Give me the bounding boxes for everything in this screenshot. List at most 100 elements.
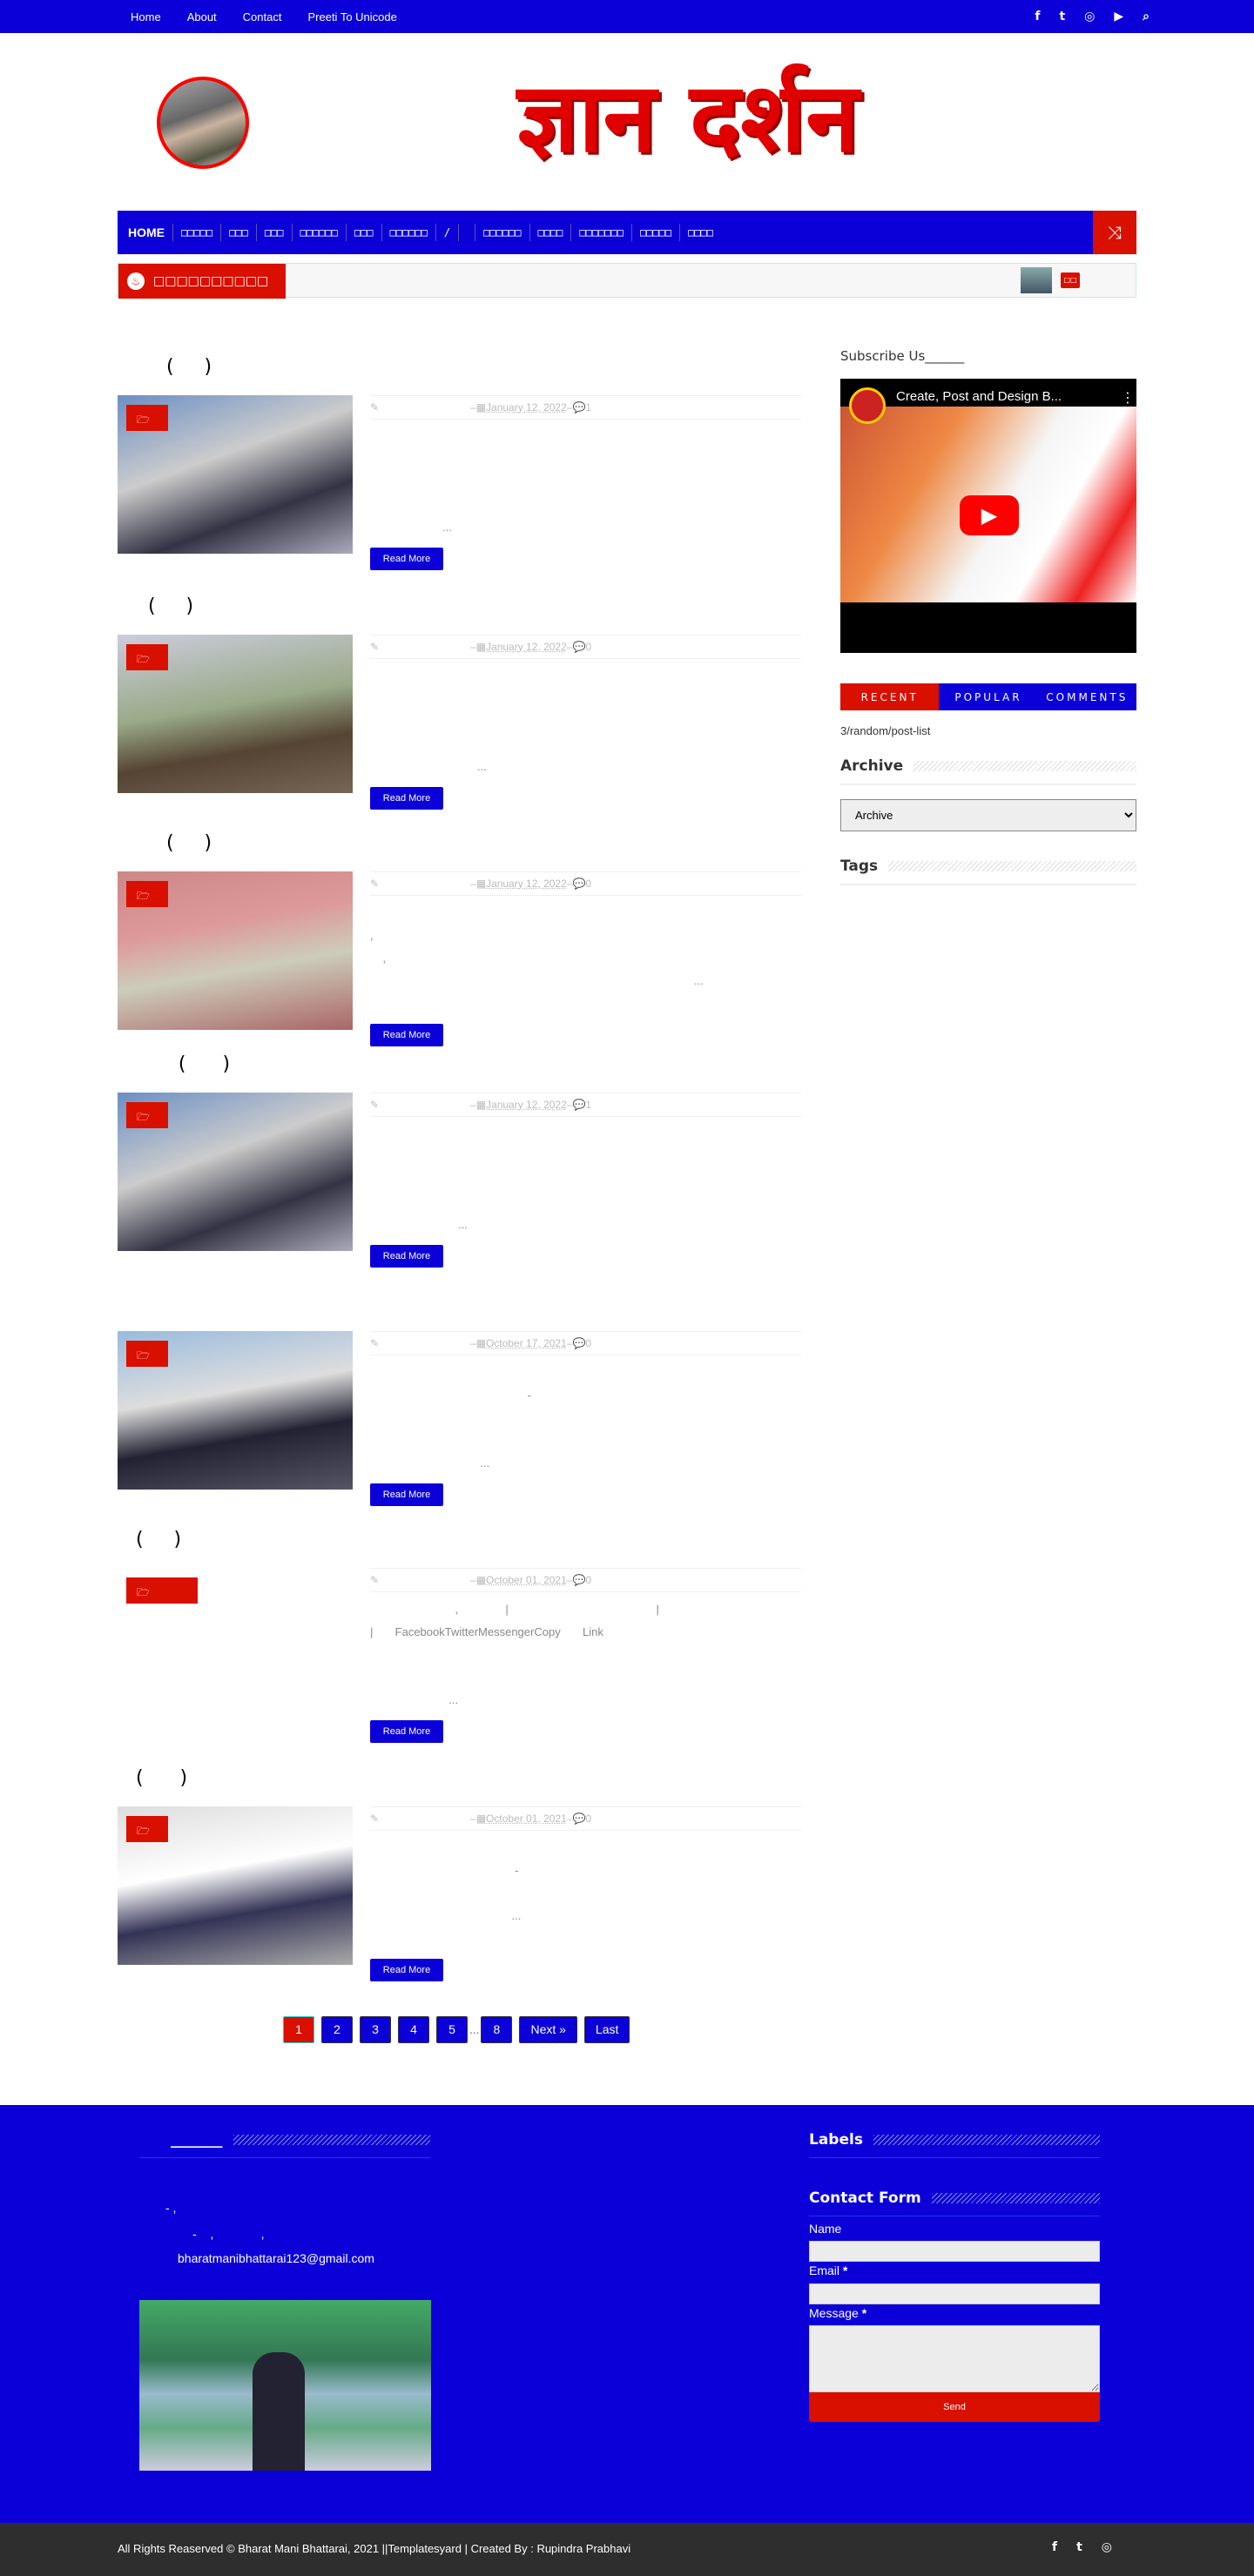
top-link-home[interactable]: Home xyxy=(131,10,161,24)
site-logo[interactable]: ज्ञान दर्शन xyxy=(427,61,949,174)
page-3-button[interactable]: 3 xyxy=(360,2016,391,2043)
author-icon: ✎ xyxy=(370,1099,380,1111)
email-label: Email xyxy=(809,2263,840,2277)
post-title[interactable]: ( ) xyxy=(118,1767,187,1789)
category-label[interactable]: 🗁 xyxy=(126,405,168,431)
comment-count[interactable]: 1 xyxy=(585,1099,591,1111)
instagram-icon[interactable]: ◎ xyxy=(1102,2540,1112,2554)
read-more-button[interactable]: Read More xyxy=(370,1024,443,1046)
comment-icon: 💬 xyxy=(572,641,586,653)
read-more-button[interactable]: Read More xyxy=(370,1245,443,1268)
twitter-icon[interactable]: t xyxy=(1076,2540,1082,2554)
comment-count[interactable]: 0 xyxy=(585,878,591,890)
more-options-icon[interactable]: ⋮ xyxy=(1121,389,1135,406)
post-date[interactable]: January 12, 2022 xyxy=(486,401,567,414)
instagram-icon[interactable]: ◎ xyxy=(1084,10,1095,24)
meta-separator: – xyxy=(470,1574,476,1586)
facebook-icon[interactable]: f xyxy=(1035,10,1040,24)
author-icon: ✎ xyxy=(370,1813,380,1825)
post-date[interactable]: October 17, 2021 xyxy=(486,1337,567,1349)
page-1-button[interactable]: 1 xyxy=(283,2016,314,2043)
comment-count[interactable]: 0 xyxy=(585,641,591,653)
facebook-icon[interactable]: f xyxy=(1052,2540,1057,2554)
video-title[interactable]: Create, Post and Design B... xyxy=(896,389,1062,404)
ticker-thumbnail[interactable] xyxy=(1021,267,1052,293)
calendar-icon: ▦ xyxy=(475,1574,487,1586)
nav-item[interactable]: □□□ xyxy=(255,224,292,241)
next-page-button[interactable]: Next » xyxy=(519,2016,577,2043)
post-title[interactable]: ( ) xyxy=(118,356,212,378)
tab-comments[interactable]: COMMENTS xyxy=(1037,683,1136,710)
contact-email[interactable]: bharatmanibhattarai123@gmail.com xyxy=(178,2251,374,2265)
play-icon: ▶ xyxy=(981,503,998,528)
page-4-button[interactable]: 4 xyxy=(398,2016,429,2043)
name-input[interactable] xyxy=(809,2241,1100,2262)
heading-decoration xyxy=(914,761,1136,771)
category-label[interactable]: 🗁 xyxy=(126,881,168,907)
twitter-icon[interactable]: t xyxy=(1059,10,1065,24)
post-title[interactable]: ( ) xyxy=(118,832,212,854)
nav-item[interactable]: HOME xyxy=(128,224,172,241)
post-title[interactable]: ( ) xyxy=(118,1053,230,1075)
category-label[interactable]: 🗁 xyxy=(126,1341,168,1367)
send-button[interactable]: Send xyxy=(809,2392,1100,2422)
post-date[interactable]: January 12, 2022 xyxy=(486,641,567,653)
message-input[interactable] xyxy=(809,2325,1100,2392)
comment-count[interactable]: 0 xyxy=(585,1813,591,1825)
youtube-embed[interactable]: Create, Post and Design B... ⋮ ▶ xyxy=(840,379,1136,653)
read-more-button[interactable]: Read More xyxy=(370,1720,443,1743)
email-input[interactable] xyxy=(809,2283,1100,2304)
play-button[interactable]: ▶ xyxy=(960,495,1019,535)
nav-item[interactable]: □□□□ xyxy=(679,224,721,241)
post-title[interactable]: ( ) xyxy=(118,1529,181,1550)
read-more-button[interactable]: Read More xyxy=(370,1959,443,1981)
last-page-button[interactable]: Last xyxy=(583,2016,630,2043)
tab-recent[interactable]: RECENT xyxy=(840,683,940,710)
search-icon[interactable]: ⌕ xyxy=(1143,10,1150,24)
category-label[interactable]: 🗁 xyxy=(126,1102,168,1128)
tab-popular[interactable]: POPULAR xyxy=(939,683,1038,710)
comment-count[interactable]: 1 xyxy=(585,401,591,414)
category-label[interactable]: 🗁 xyxy=(126,1816,168,1842)
nav-item[interactable]: □□□□□□ xyxy=(475,224,529,241)
nav-item[interactable]: □□□□□□ xyxy=(381,224,435,241)
post-title[interactable]: ( ) xyxy=(118,595,193,617)
post-meta: ✎ – ▦ January 12, 2022 – 💬 0 xyxy=(370,635,801,659)
comment-count[interactable]: 0 xyxy=(585,1337,591,1349)
nav-item[interactable]: □□□□□□□ xyxy=(570,224,631,241)
post-date[interactable]: October 01, 2021 xyxy=(486,1813,567,1825)
contact-form-heading: Contact Form xyxy=(809,2189,1100,2216)
category-label[interactable]: 🗁 xyxy=(126,1577,198,1604)
nav-item[interactable]: □□□□□□ xyxy=(291,224,346,241)
nav-item[interactable]: / xyxy=(435,224,458,241)
nav-item[interactable]: □□□ xyxy=(220,224,256,241)
page-5-button[interactable]: 5 xyxy=(436,2016,468,2043)
top-link-about[interactable]: About xyxy=(187,10,217,24)
shuffle-button[interactable]: ⤨ xyxy=(1093,211,1136,254)
nav-item[interactable]: □□□□□ xyxy=(172,224,220,241)
nav-item[interactable]: □□□□□ xyxy=(630,224,679,241)
ticker-label-text: □□□□□□□□□□ xyxy=(153,274,269,288)
archive-select[interactable]: Archive xyxy=(840,799,1136,831)
post-date[interactable]: January 12, 2022 xyxy=(486,1099,567,1111)
about-line: - , xyxy=(165,2201,177,2215)
read-more-button[interactable]: Read More xyxy=(370,548,443,570)
nav-item[interactable] xyxy=(458,224,475,241)
page-last-number-button[interactable]: 8 xyxy=(481,2016,513,2043)
read-more-button[interactable]: Read More xyxy=(370,787,443,810)
post-meta: ✎ – ▦ January 12, 2022 – 💬 1 xyxy=(370,395,801,420)
page-2-button[interactable]: 2 xyxy=(321,2016,353,2043)
post-date[interactable]: October 01, 2021 xyxy=(486,1574,567,1586)
top-link-contact[interactable]: Contact xyxy=(243,10,282,24)
category-label[interactable]: 🗁 xyxy=(126,644,168,670)
top-link-preeti[interactable]: Preeti To Unicode xyxy=(307,10,396,24)
pagination: 1 2 3 4 5... 8 Next » Last xyxy=(283,2016,630,2043)
read-more-button[interactable]: Read More xyxy=(370,1483,443,1506)
comment-count[interactable]: 0 xyxy=(585,1574,591,1586)
post-date[interactable]: January 12, 2022 xyxy=(486,878,567,890)
nav-item[interactable]: □□□ xyxy=(345,224,381,241)
about-heading: _______ xyxy=(139,2131,430,2158)
youtube-icon[interactable]: ▶ xyxy=(1114,10,1123,24)
nav-item[interactable]: □□□□ xyxy=(529,224,571,241)
post-meta: ✎ – ▦ October 17, 2021 – 💬 0 xyxy=(370,1331,801,1355)
